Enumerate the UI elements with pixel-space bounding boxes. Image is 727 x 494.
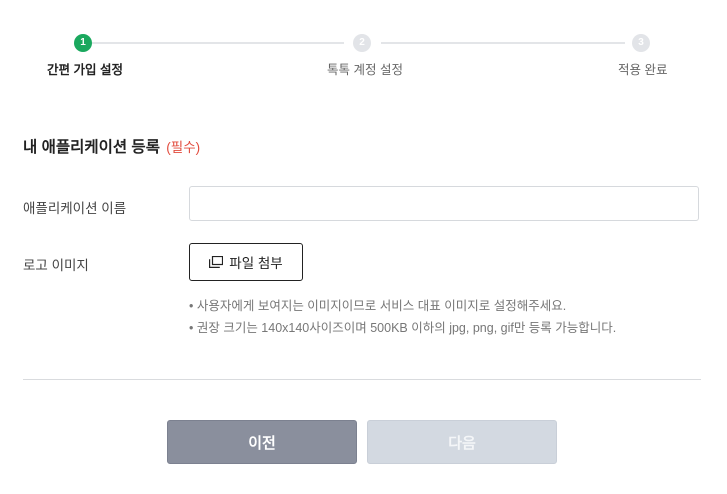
app-name-input[interactable] xyxy=(189,186,699,221)
step-1-label: 간편 가입 설정 xyxy=(47,63,123,77)
signup-stepper: 1 2 3 간편 가입 설정 톡톡 계정 설정 적용 완료 xyxy=(0,34,727,84)
stepper-line-1 xyxy=(92,42,344,44)
step-3-label: 적용 완료 xyxy=(618,63,668,77)
section-title: 내 애플리케이션 등록 (필수) xyxy=(23,135,200,157)
logo-guidelines: • 사용자에게 보여지는 이미지이므로 서비스 대표 이미지로 설정해주세요. … xyxy=(189,298,616,342)
logo-image-label: 로고 이미지 xyxy=(23,258,89,273)
divider xyxy=(23,379,701,380)
step-2-label: 톡톡 계정 설정 xyxy=(327,63,403,77)
attach-file-button[interactable]: 파일 첨부 xyxy=(189,243,303,281)
attach-file-icon xyxy=(209,256,224,268)
section-title-text: 내 애플리케이션 등록 xyxy=(23,139,160,156)
attach-file-label: 파일 첨부 xyxy=(229,256,283,271)
step-1-indicator: 1 xyxy=(74,34,92,52)
required-mark: (필수) xyxy=(166,140,201,155)
guideline-note: • 사용자에게 보여지는 이미지이므로 서비스 대표 이미지로 설정해주세요. xyxy=(189,299,567,313)
stepper-line-2 xyxy=(381,42,625,44)
guideline-note: • 권장 크기는 140x140사이즈이며 500KB 이하의 jpg, png… xyxy=(189,321,617,335)
step-3-indicator: 3 xyxy=(632,34,650,52)
next-button[interactable]: 다음 xyxy=(367,420,557,464)
step-2-indicator: 2 xyxy=(353,34,371,52)
previous-button[interactable]: 이전 xyxy=(167,420,357,464)
app-name-label: 애플리케이션 이름 xyxy=(23,201,127,216)
